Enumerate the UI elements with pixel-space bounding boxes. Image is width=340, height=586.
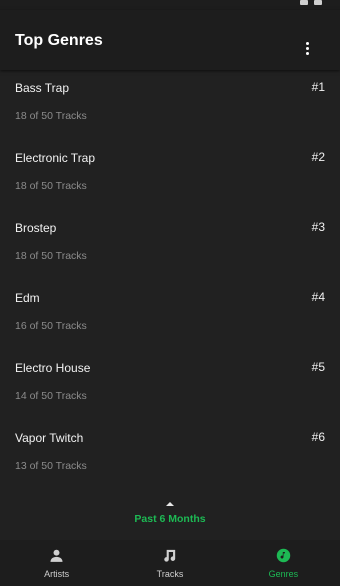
genre-track-count: 18 of 50 Tracks (15, 110, 87, 122)
genre-row[interactable]: Bass Trap 18 of 50 Tracks #1 (0, 70, 340, 140)
time-range-selector[interactable]: Past 6 Months (0, 498, 340, 534)
genre-track-count: 13 of 50 Tracks (15, 460, 87, 472)
status-bar (0, 0, 340, 10)
overflow-menu-dot (305, 51, 309, 55)
genre-track-count: 16 of 50 Tracks (15, 320, 87, 332)
battery-icon (300, 0, 308, 5)
genre-name: Electronic Trap (15, 151, 96, 165)
genre-rank: #3 (311, 220, 325, 234)
genre-row[interactable]: Brostep 18 of 50 Tracks #3 (0, 210, 340, 280)
nav-genres[interactable]: Genres (227, 540, 340, 586)
bottom-navigation: Artists Tracks Genres (0, 540, 340, 586)
genre-rank: #6 (311, 430, 325, 444)
overflow-menu-button[interactable] (300, 38, 314, 58)
overflow-menu-dot (305, 46, 309, 50)
music-note-icon (164, 549, 176, 562)
chevron-up-icon (166, 502, 174, 506)
nav-tracks[interactable]: Tracks (113, 540, 226, 586)
genre-track-count: 18 of 50 Tracks (15, 250, 87, 262)
nav-artists[interactable]: Artists (0, 540, 113, 586)
nav-artists-label: Artists (44, 569, 70, 579)
genre-rank: #2 (311, 150, 325, 164)
genre-name: Bass Trap (15, 81, 70, 95)
overflow-menu-icon (305, 41, 309, 45)
app-header: Top Genres (0, 10, 340, 70)
genre-name: Brostep (15, 221, 57, 235)
genre-name: Edm (15, 291, 40, 305)
nav-tracks-label: Tracks (156, 569, 184, 579)
genre-row[interactable]: Edm 16 of 50 Tracks #4 (0, 280, 340, 350)
genre-track-count: 14 of 50 Tracks (15, 390, 87, 402)
genre-row[interactable]: Vapor Twitch 13 of 50 Tracks #6 (0, 420, 340, 490)
genre-rank: #5 (311, 360, 325, 374)
genre-row[interactable]: Electronic Trap 18 of 50 Tracks #2 (0, 140, 340, 210)
genre-row[interactable]: Electro House 14 of 50 Tracks #5 (0, 350, 340, 420)
genre-name: Electro House (15, 361, 91, 375)
time-range-label: Past 6 Months (134, 513, 206, 525)
signal-icon (314, 0, 322, 5)
person-icon (50, 549, 63, 562)
genre-list: Bass Trap 18 of 50 Tracks #1 Electronic … (0, 70, 340, 490)
genre-icon (276, 548, 291, 563)
genre-rank: #4 (311, 290, 325, 304)
genre-rank: #1 (311, 80, 325, 94)
page-title: Top Genres (15, 32, 103, 49)
genre-track-count: 18 of 50 Tracks (15, 180, 87, 192)
nav-genres-label: Genres (268, 569, 299, 579)
genre-name: Vapor Twitch (15, 431, 84, 445)
